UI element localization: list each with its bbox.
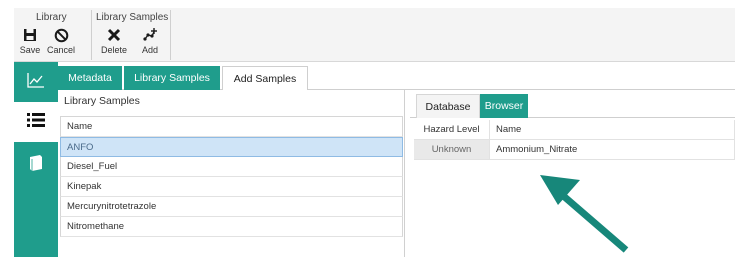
tab-database[interactable]: Database (416, 94, 480, 118)
delete-button[interactable]: Delete (98, 26, 130, 60)
ribbon-group-library-title: Library (36, 12, 67, 23)
source-tab-strip: Database Browser (410, 94, 735, 118)
add-molecule-icon (136, 26, 164, 44)
delete-x-icon (98, 26, 130, 44)
list-item[interactable]: Diesel_Fuel (60, 157, 403, 177)
add-button[interactable]: Add (136, 26, 164, 60)
list-item[interactable]: ANFO (60, 137, 403, 157)
cancel-label: Cancel (46, 45, 75, 55)
save-label: Save (19, 45, 41, 55)
ribbon-group-library-samples-title: Library Samples (96, 12, 169, 23)
browser-grid: Hazard Level Name Unknown Ammonium_Nitra… (414, 120, 735, 160)
hazard-level-cell: Unknown (414, 140, 490, 159)
column-header-name[interactable]: Name (60, 117, 403, 137)
list-item[interactable]: Kinepak (60, 177, 403, 197)
tab-library-samples[interactable]: Library Samples (124, 66, 220, 90)
list-item[interactable]: Nitromethane (60, 217, 403, 237)
rail-item-list[interactable] (14, 102, 58, 142)
save-icon (16, 26, 44, 44)
add-label: Add (141, 45, 158, 55)
sample-name-cell: Ammonium_Nitrate (490, 140, 735, 159)
cancel-button[interactable]: Cancel (44, 26, 78, 60)
tab-browser[interactable]: Browser (480, 94, 528, 118)
library-samples-list: Name ANFO Diesel_Fuel Kinepak Mercurynit… (60, 116, 403, 237)
ribbon-group-divider (91, 10, 92, 60)
column-header-name[interactable]: Name (490, 120, 735, 139)
library-samples-panel: Library Samples Name ANFO Diesel_Fuel Ki… (58, 90, 405, 257)
cancel-icon (44, 26, 78, 44)
ribbon-toolbar: Library Library Samples Save Cancel Dele… (14, 8, 735, 62)
rail-item-library[interactable] (14, 142, 58, 257)
sample-source-panel: Database Browser Hazard Level Name Unkno… (410, 90, 735, 257)
panel-title: Library Samples (64, 95, 140, 107)
rail-item-charts[interactable] (14, 62, 58, 102)
list-item[interactable]: Mercurynitrotetrazole (60, 197, 403, 217)
main-tab-strip: Metadata Library Samples Add Samples (58, 66, 735, 91)
delete-label: Delete (100, 45, 127, 55)
table-row[interactable]: Unknown Ammonium_Nitrate (414, 140, 735, 160)
grid-header-row: Hazard Level Name (414, 120, 735, 140)
list-icon (27, 112, 45, 133)
line-chart-icon (27, 72, 45, 93)
save-button[interactable]: Save (16, 26, 44, 60)
navigation-rail (14, 62, 58, 257)
column-header-hazard-level[interactable]: Hazard Level (414, 120, 490, 139)
ribbon-group-divider (170, 10, 171, 60)
book-icon (28, 154, 44, 177)
tab-add-samples[interactable]: Add Samples (222, 66, 308, 91)
tab-metadata[interactable]: Metadata (58, 66, 122, 90)
